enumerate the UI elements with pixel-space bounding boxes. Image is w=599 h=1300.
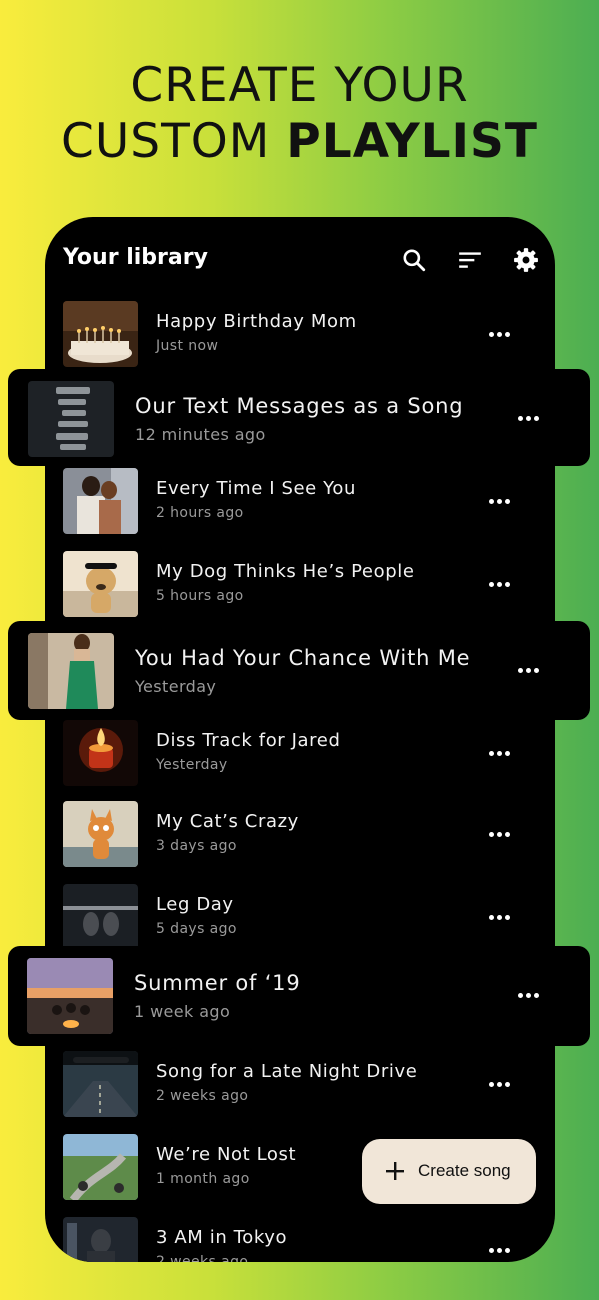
more-options-icon[interactable] [518, 407, 540, 429]
more-options-icon[interactable] [489, 1073, 511, 1095]
thumbnail-cartoon-dog [63, 551, 138, 617]
create-song-button[interactable]: Create song [362, 1139, 536, 1204]
thumbnail-text-messages [28, 381, 114, 457]
thumbnail-cartoon-cat [63, 801, 138, 867]
thumbnail-birthday-cake [63, 301, 138, 367]
thumbnail-burning-candle [63, 720, 138, 786]
thumbnail-night-road [63, 1051, 138, 1117]
thumbnail-coastal-road [63, 1134, 138, 1200]
song-title: Our Text Messages as a Song [135, 394, 464, 418]
more-options-icon[interactable] [489, 823, 511, 845]
library-header: Your library [45, 217, 555, 301]
song-time: 1 month ago [156, 1171, 250, 1187]
song-title: Leg Day [156, 894, 234, 915]
list-item[interactable]: Happy Birthday Mom Just now [45, 301, 555, 373]
song-title: Song for a Late Night Drive [156, 1061, 418, 1082]
search-icon[interactable] [401, 247, 427, 273]
list-item[interactable]: 3 AM in Tokyo 2 weeks ago [45, 1217, 555, 1262]
gear-icon[interactable] [513, 247, 539, 273]
list-item[interactable]: My Cat’s Crazy 3 days ago [45, 801, 555, 873]
promo-headline: CREATE YOUR CUSTOM PLAYLIST [0, 58, 599, 170]
song-time: 5 hours ago [156, 588, 244, 604]
more-options-icon[interactable] [518, 984, 540, 1006]
song-title: Diss Track for Jared [156, 730, 341, 751]
create-song-label: Create song [418, 1161, 511, 1180]
song-title: My Cat’s Crazy [156, 811, 299, 832]
sort-icon[interactable] [457, 247, 483, 273]
highlighted-list-item[interactable]: Our Text Messages as a Song 12 minutes a… [8, 369, 590, 466]
more-options-icon[interactable] [489, 906, 511, 928]
headline-line-1: CREATE YOUR [130, 58, 469, 113]
more-options-icon[interactable] [489, 573, 511, 595]
song-time: 12 minutes ago [135, 425, 266, 444]
song-time: Just now [156, 338, 219, 354]
library-title: Your library [63, 245, 208, 270]
headline-line-2: CUSTOM PLAYLIST [61, 114, 538, 169]
thumbnail-beach-sunset [27, 958, 113, 1034]
highlighted-list-item[interactable]: You Had Your Chance With Me Yesterday [8, 621, 590, 720]
list-item[interactable]: Diss Track for Jared Yesterday [45, 720, 555, 792]
song-title: You Had Your Chance With Me [135, 646, 471, 670]
song-title: Happy Birthday Mom [156, 311, 357, 332]
song-time: 2 hours ago [156, 505, 244, 521]
song-time: 3 days ago [156, 838, 237, 854]
thumbnail-barbell [63, 884, 138, 950]
song-time: 1 week ago [134, 1002, 231, 1021]
thumbnail-tokyo-night [63, 1217, 138, 1262]
thumbnail-green-dress [28, 633, 114, 709]
more-options-icon[interactable] [489, 490, 511, 512]
more-options-icon[interactable] [518, 659, 540, 681]
highlighted-list-item[interactable]: Summer of ‘19 1 week ago [8, 946, 590, 1046]
more-options-icon[interactable] [489, 1239, 511, 1261]
more-options-icon[interactable] [489, 742, 511, 764]
song-title: Every Time I See You [156, 478, 356, 499]
song-time: 5 days ago [156, 921, 237, 937]
list-item[interactable]: Every Time I See You 2 hours ago [45, 468, 555, 540]
list-item[interactable]: My Dog Thinks He’s People 5 hours ago [45, 551, 555, 623]
more-options-icon[interactable] [489, 323, 511, 345]
thumbnail-couple [63, 468, 138, 534]
list-item[interactable]: Song for a Late Night Drive 2 weeks ago [45, 1051, 555, 1123]
song-title: We’re Not Lost [156, 1144, 297, 1165]
song-time: 2 weeks ago [156, 1254, 249, 1262]
song-time: Yesterday [156, 757, 228, 773]
song-time: 2 weeks ago [156, 1088, 249, 1104]
song-time: Yesterday [135, 677, 217, 696]
plus-icon [386, 1162, 404, 1180]
song-title: Summer of ‘19 [134, 971, 301, 995]
song-title: My Dog Thinks He’s People [156, 561, 415, 582]
song-title: 3 AM in Tokyo [156, 1227, 288, 1248]
